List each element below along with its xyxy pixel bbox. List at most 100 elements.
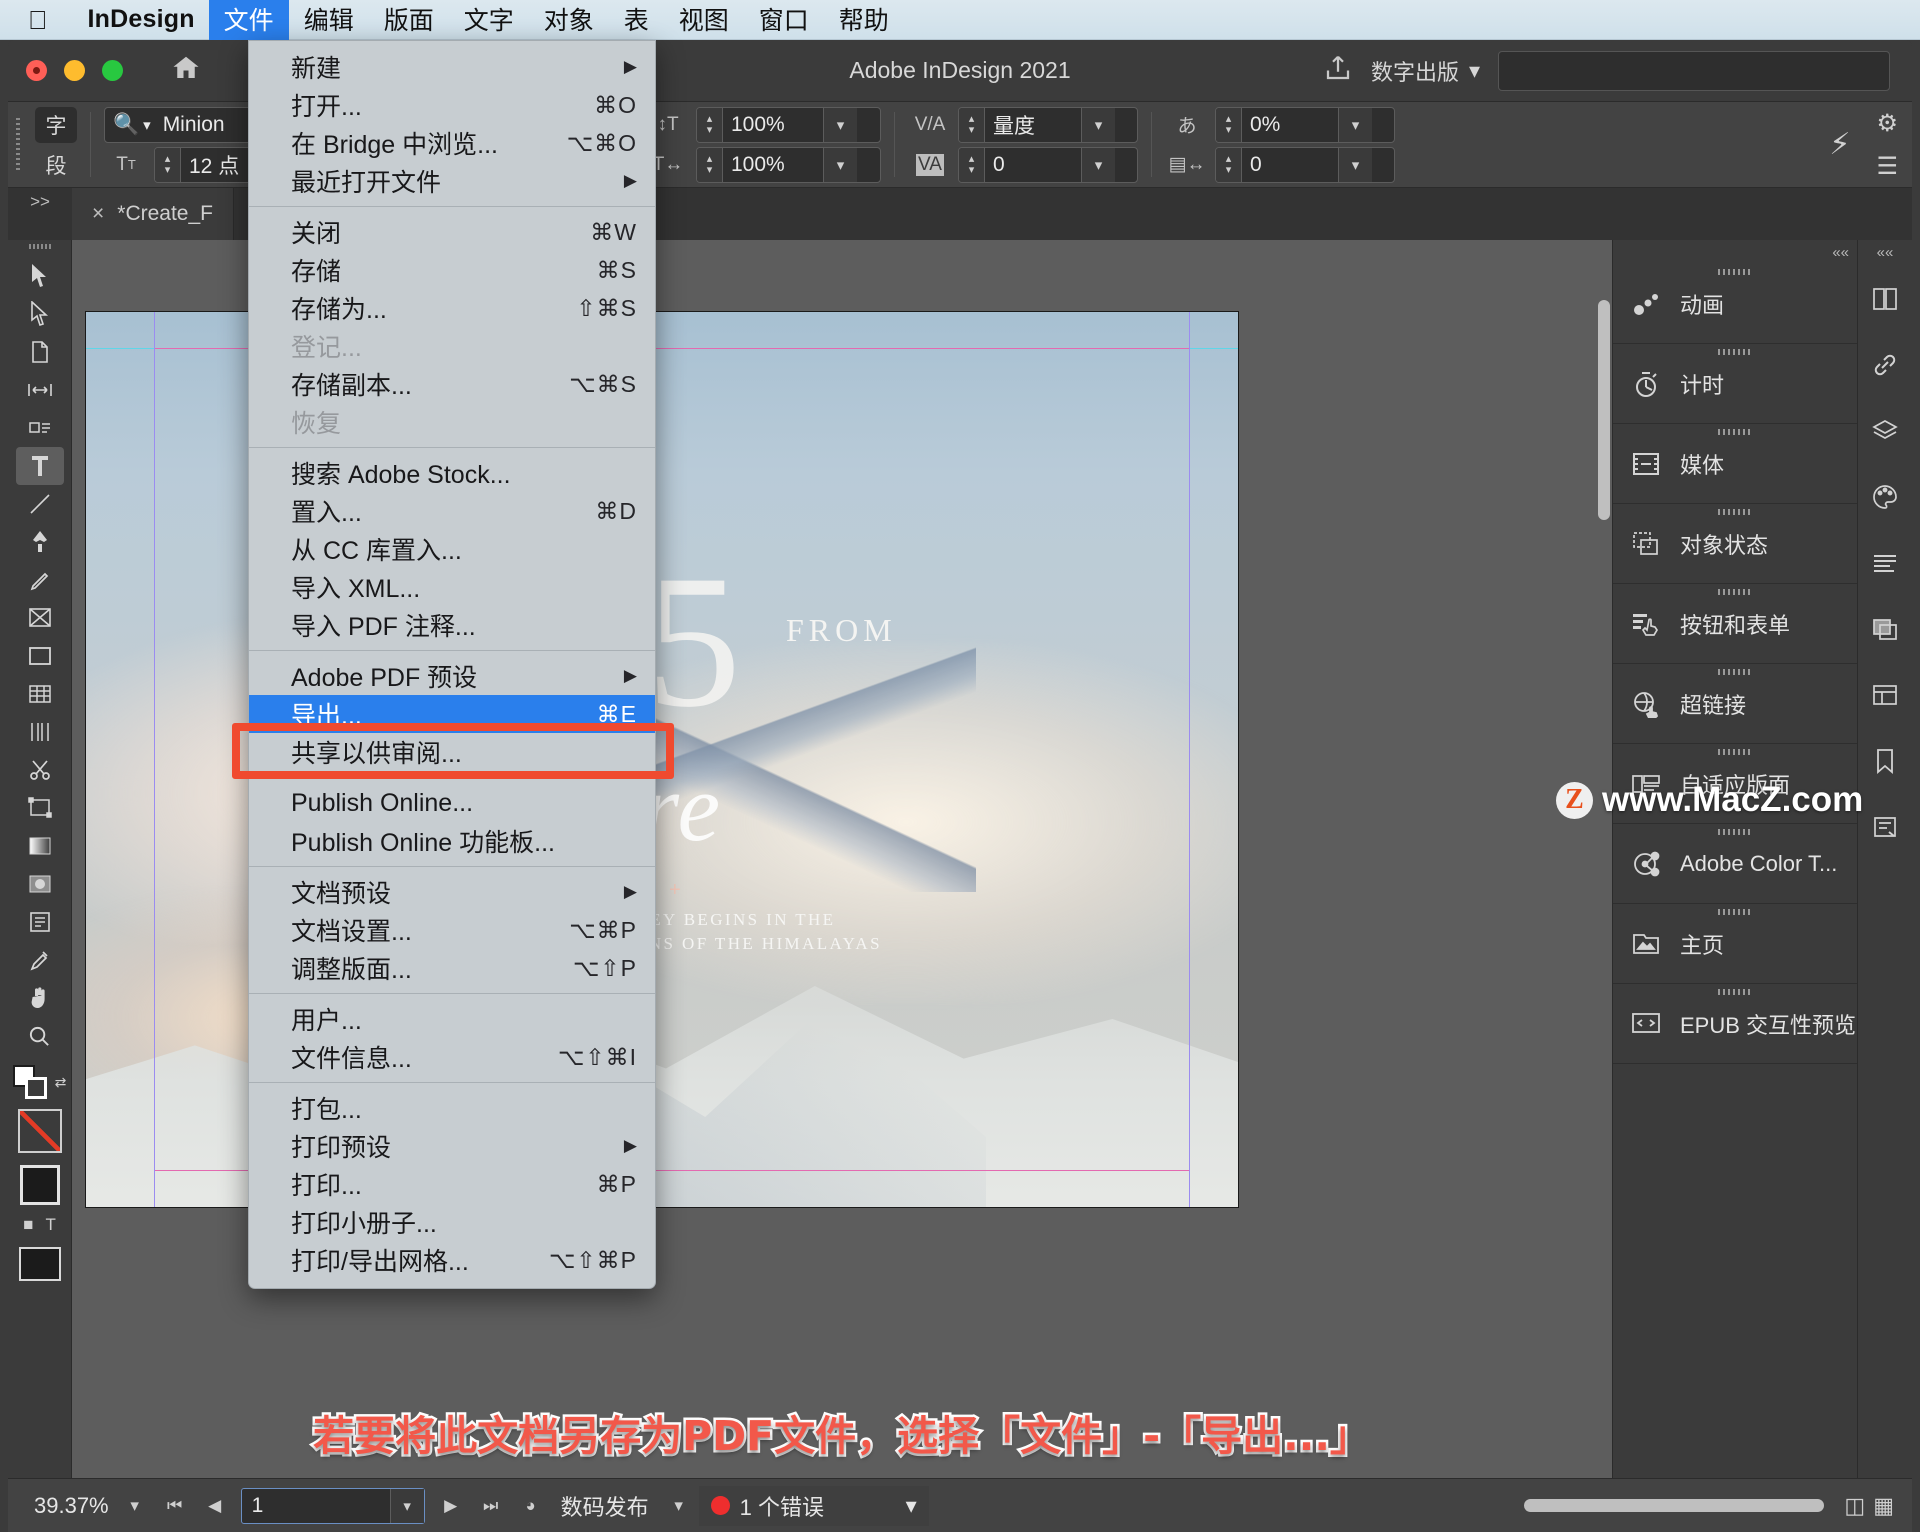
panel-grip[interactable]	[1718, 269, 1752, 275]
menu-item-adobepdf预设[interactable]: Adobe PDF 预设 ▶	[249, 657, 655, 695]
menu-item-搜索adobestock[interactable]: 搜索 Adobe Stock...	[249, 454, 655, 492]
pencil-tool[interactable]	[16, 561, 64, 599]
preflight-dropdown-icon[interactable]: ▾	[659, 1488, 699, 1524]
menu-object[interactable]: 对象	[529, 0, 609, 44]
menu-layout[interactable]: 版面	[369, 0, 449, 44]
panel-grip[interactable]	[1718, 509, 1752, 515]
menu-item-打开[interactable]: 打开... ⌘O	[249, 86, 655, 124]
menu-item-publishonline功能板[interactable]: Publish Online 功能板...	[249, 822, 655, 860]
chevron-down-icon[interactable]: ▾	[1081, 107, 1115, 142]
close-icon[interactable]: ×	[92, 202, 104, 226]
horizontal-scale-stepper[interactable]: ▴ ▾	[697, 147, 723, 182]
page-number-field[interactable]: 1 ▾	[240, 1487, 425, 1524]
hand-tool[interactable]	[16, 979, 64, 1017]
panel-menu-icon[interactable]: ☰	[1876, 152, 1898, 181]
next-page-button[interactable]: ▶	[431, 1488, 471, 1524]
zoom-level-value[interactable]: 39.37%	[18, 1493, 115, 1519]
zoom-tool[interactable]	[16, 1017, 64, 1055]
menu-item-文件信息[interactable]: 文件信息... ⌥⇧⌘I	[249, 1038, 655, 1076]
close-window-button[interactable]	[26, 60, 47, 81]
menu-item-关闭[interactable]: 关闭 ⌘W	[249, 213, 655, 251]
panel-buttons-forms[interactable]: 按钮和表单	[1613, 584, 1857, 664]
baseline-field[interactable]: ▴ ▾ 0 ▾	[1215, 146, 1395, 183]
share-icon[interactable]	[1323, 53, 1353, 88]
zoom-dropdown-icon[interactable]: ▾	[115, 1488, 155, 1524]
gap-tool[interactable]	[16, 371, 64, 409]
apply-to-frame-icon[interactable]: ■	[23, 1215, 33, 1235]
menu-item-打印[interactable]: 打印... ⌘P	[249, 1165, 655, 1203]
vertical-scale-stepper[interactable]: ▴ ▾	[697, 107, 723, 142]
paragraph-styles-icon[interactable]	[1862, 530, 1908, 596]
color-icon[interactable]	[1862, 464, 1908, 530]
rectangle-tool[interactable]	[16, 637, 64, 675]
panel-grip[interactable]	[1718, 349, 1752, 355]
panel-adobe-color-themes[interactable]: Adobe Color T...	[1613, 824, 1857, 904]
menu-item-文档设置[interactable]: 文档设置... ⌥⌘P	[249, 911, 655, 949]
panel-object-states[interactable]: 对象状态	[1613, 504, 1857, 584]
canvas-vertical-scrollbar[interactable]	[1598, 300, 1610, 520]
gradient-swatch-tool[interactable]	[16, 827, 64, 865]
menu-item-用户[interactable]: 用户...	[249, 1000, 655, 1038]
selection-tool[interactable]	[16, 257, 64, 295]
panel-grip[interactable]	[1718, 909, 1752, 915]
panel-epub-preview[interactable]: EPUB 交互性预览	[1613, 984, 1857, 1064]
chevron-down-icon[interactable]: ▾	[1338, 107, 1372, 142]
panel-grip[interactable]	[1718, 749, 1752, 755]
home-icon[interactable]	[169, 53, 203, 88]
panel-animation[interactable]: 动画	[1613, 264, 1857, 344]
font-size-stepper[interactable]: ▴ ▾	[155, 147, 181, 182]
line-tool[interactable]	[16, 485, 64, 523]
grid-view-icon[interactable]: ▦	[1873, 1493, 1894, 1519]
apply-to-text-icon[interactable]: T	[45, 1215, 55, 1235]
panel-media[interactable]: 媒体	[1613, 424, 1857, 504]
menu-item-在bridge中浏览[interactable]: 在 Bridge 中浏览... ⌥⌘O	[249, 124, 655, 162]
page-tool[interactable]	[16, 333, 64, 371]
pen-tool[interactable]	[16, 523, 64, 561]
pages-icon[interactable]	[1862, 266, 1908, 332]
menu-table[interactable]: 表	[609, 0, 664, 44]
note-tool[interactable]	[16, 903, 64, 941]
links-icon[interactable]	[1862, 332, 1908, 398]
split-window-icon[interactable]: ◫	[1844, 1493, 1865, 1519]
menu-item-导出[interactable]: 导出... ⌘E	[249, 695, 655, 733]
window-controls[interactable]	[8, 60, 123, 81]
canvas-horizontal-scrollbar[interactable]	[1524, 1499, 1825, 1512]
menu-item-共享以供审阅[interactable]: 共享以供审阅...	[249, 733, 655, 771]
first-page-button[interactable]: ⏮	[155, 1488, 195, 1524]
toolbox-grip[interactable]	[28, 244, 51, 249]
baseline-stepper[interactable]: ▴ ▾	[1216, 147, 1242, 182]
panel-collapse-button[interactable]: ««	[1613, 240, 1857, 264]
menu-view[interactable]: 视图	[664, 0, 744, 44]
chevron-down-icon[interactable]: ▾	[823, 147, 857, 182]
swap-fill-stroke-icon[interactable]: ⇄	[55, 1074, 67, 1091]
minimize-window-button[interactable]	[64, 60, 85, 81]
apple-logo-icon[interactable]: 	[28, 7, 48, 33]
toolbox-collapse-button[interactable]: >>	[8, 188, 72, 240]
search-input[interactable]	[1498, 50, 1890, 91]
vertical-scale-field[interactable]: ▴ ▾ 100% ▾	[696, 106, 881, 143]
horizontal-scale-field[interactable]: ▴ ▾ 100% ▾	[696, 146, 881, 183]
chevron-down-icon[interactable]: ▾	[389, 1488, 424, 1523]
normal-view-mode-button[interactable]	[18, 1247, 61, 1281]
chevron-down-icon[interactable]: ▾	[906, 1493, 917, 1519]
preflight-status[interactable]: 1 个错误 ▾	[698, 1485, 929, 1526]
layers-icon[interactable]	[1862, 398, 1908, 464]
file-menu-dropdown[interactable]: 新建 ▶ 打开... ⌘O 在 Bridge 中浏览... ⌥⌘O 最近打开文件 ▶ 关闭 ⌘W 存…	[248, 40, 656, 1289]
menu-item-存储副本[interactable]: 存储副本... ⌥⌘S	[249, 365, 655, 403]
menu-item-调整版面[interactable]: 调整版面... ⌥⇧P	[249, 949, 655, 987]
menu-window[interactable]: 窗口	[744, 0, 824, 44]
panel-grip[interactable]	[1718, 429, 1752, 435]
menu-file[interactable]: 文件	[208, 0, 289, 44]
menu-item-打印预设[interactable]: 打印预设 ▶	[249, 1127, 655, 1165]
eyedropper-tool[interactable]	[16, 941, 64, 979]
menu-item-导入xml[interactable]: 导入 XML...	[249, 568, 655, 606]
menu-item-新建[interactable]: 新建 ▶	[249, 48, 655, 86]
panel-grip[interactable]	[1718, 669, 1752, 675]
bookmarks-icon[interactable]	[1862, 728, 1908, 794]
kerning-stepper[interactable]: ▴ ▾	[959, 107, 985, 142]
type-tool[interactable]	[15, 447, 64, 485]
effects-icon[interactable]	[1862, 596, 1908, 662]
quick-apply-icon[interactable]: ⚡	[1829, 127, 1850, 162]
menu-item-导入pdf注释[interactable]: 导入 PDF 注释...	[249, 606, 655, 644]
tsume-stepper[interactable]: ▴ ▾	[1216, 107, 1242, 142]
